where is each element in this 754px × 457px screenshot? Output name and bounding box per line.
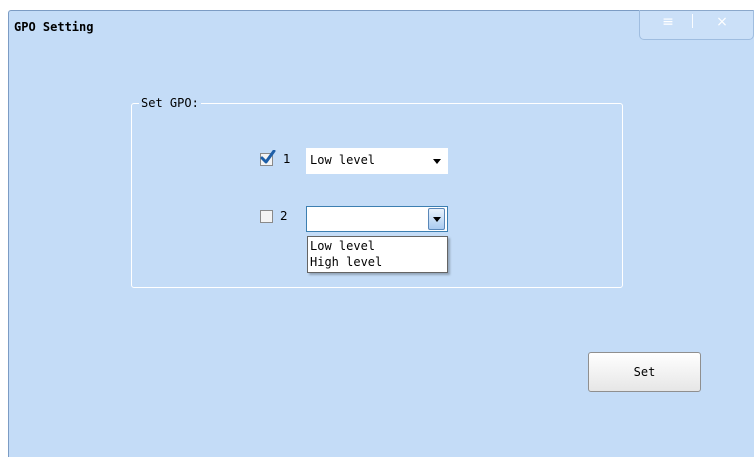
gpo-2-label: 2 xyxy=(280,209,288,223)
gpo-2-dropdown-button[interactable] xyxy=(428,208,445,230)
window-controls-divider xyxy=(692,14,693,28)
gpo-2-level-select[interactable] xyxy=(306,206,448,232)
gpo-1-level-select[interactable]: Low level xyxy=(306,148,448,174)
set-button[interactable]: Set xyxy=(588,352,701,392)
menu-icon[interactable]: ≡ xyxy=(648,12,688,32)
check-mark-icon xyxy=(260,150,276,164)
gpo-2-checkbox[interactable] xyxy=(260,210,273,223)
close-icon[interactable]: × xyxy=(702,12,742,32)
window-controls: ≡ × xyxy=(639,10,754,40)
window-title: GPO Setting xyxy=(14,20,94,34)
chevron-down-icon xyxy=(433,159,441,164)
group-legend: Set GPO: xyxy=(139,96,201,110)
dropdown-option-low-level[interactable]: Low level xyxy=(310,239,375,253)
chevron-down-icon xyxy=(433,217,441,222)
dropdown-option-high-level[interactable]: High level xyxy=(310,255,382,269)
gpo-2-dropdown-list: Low level High level xyxy=(307,236,448,273)
gpo-1-selected-value: Low level xyxy=(310,153,376,167)
gpo-1-checkbox[interactable] xyxy=(260,150,276,166)
gpo-1-label: 1 xyxy=(283,152,291,166)
